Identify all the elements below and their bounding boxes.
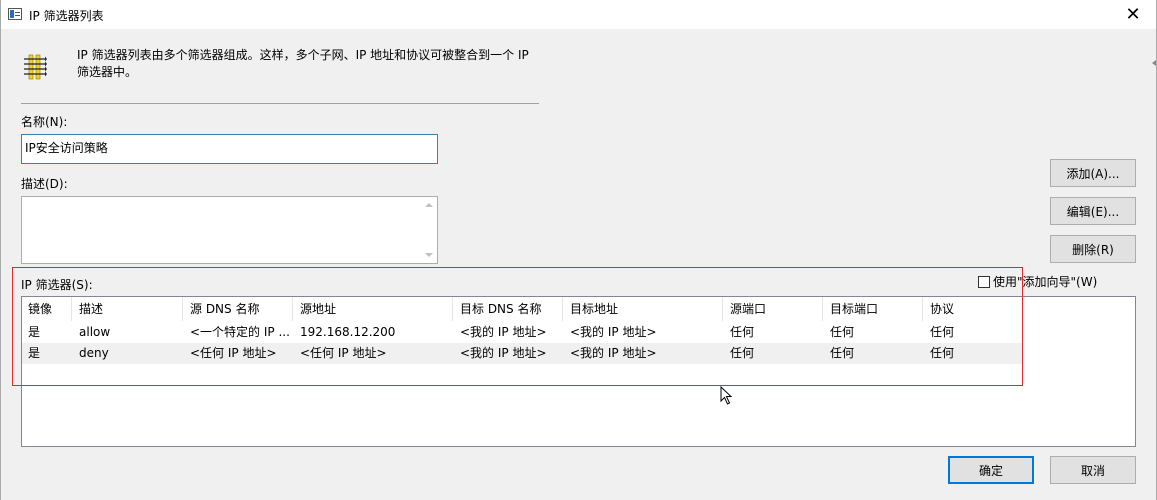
cell-dest-port: 任何 xyxy=(830,325,855,339)
description-label: 描述(D): xyxy=(21,177,68,191)
cell-source-dns: <任何 IP 地址> xyxy=(190,346,277,360)
cell-dest-port: 任何 xyxy=(830,346,855,360)
name-label: 名称(N): xyxy=(21,115,68,129)
cell-protocol: 任何 xyxy=(930,346,955,360)
scroll-up-arrow-icon[interactable] xyxy=(425,203,433,207)
cell-dest-dns: <我的 IP 地址> xyxy=(460,346,547,360)
add-button[interactable]: 添加(A)... xyxy=(1050,159,1136,187)
close-button[interactable]: ✕ xyxy=(1110,0,1156,29)
cell-source-dns: <一个特定的 IP ... xyxy=(190,325,290,339)
table-row[interactable]: 是 deny <任何 IP 地址> <任何 IP 地址> <我的 IP 地址> … xyxy=(22,343,1022,364)
intro-line-2: 筛选器中。 xyxy=(77,65,138,79)
cell-description: allow xyxy=(79,325,111,339)
mouse-cursor-icon xyxy=(720,386,733,405)
table-row[interactable]: 是 allow <一个特定的 IP ... 192.168.12.200 <我的… xyxy=(22,322,1022,343)
column-header-dest-address[interactable]: 目标地址 xyxy=(564,297,723,321)
cell-dest-dns: <我的 IP 地址> xyxy=(460,325,547,339)
column-header-dest-dns[interactable]: 目标 DNS 名称 xyxy=(454,297,563,321)
column-header-description[interactable]: 描述 xyxy=(73,297,183,321)
cell-description: deny xyxy=(79,346,109,360)
cell-source-address: 192.168.12.200 xyxy=(300,325,396,339)
column-header-mirror[interactable]: 镜像 xyxy=(22,297,72,321)
window-title: IP 筛选器列表 xyxy=(29,9,104,23)
resize-arrow-icon xyxy=(1152,60,1156,66)
cell-source-port: 任何 xyxy=(730,346,755,360)
column-header-protocol[interactable]: 协议 xyxy=(924,297,1022,321)
cell-dest-address: <我的 IP 地址> xyxy=(570,346,657,360)
ok-button[interactable]: 确定 xyxy=(948,456,1034,484)
intro-line-1: IP 筛选器列表由多个筛选器组成。这样，多个子网、IP 地址和协议可被整合到一个… xyxy=(77,48,529,62)
description-scrollbar[interactable] xyxy=(421,197,437,263)
cell-source-port: 任何 xyxy=(730,325,755,339)
title-bar: IP 筛选器列表 ✕ xyxy=(1,0,1156,29)
filters-list[interactable]: 镜像 描述 源 DNS 名称 源地址 目标 DNS 名称 目标地址 源端口 目标… xyxy=(21,296,1136,447)
cancel-button[interactable]: 取消 xyxy=(1050,456,1136,484)
use-wizard-checkbox[interactable]: 使用"添加向导"(W) xyxy=(978,273,1097,290)
column-header-source-address[interactable]: 源地址 xyxy=(294,297,453,321)
cell-protocol: 任何 xyxy=(930,325,955,339)
column-header-source-dns[interactable]: 源 DNS 名称 xyxy=(184,297,293,321)
delete-button[interactable]: 删除(R) xyxy=(1050,235,1136,263)
filters-label: IP 筛选器(S): xyxy=(21,278,93,292)
description-textarea[interactable] xyxy=(21,196,438,264)
cell-mirror: 是 xyxy=(28,325,41,339)
intro-text: IP 筛选器列表由多个筛选器组成。这样，多个子网、IP 地址和协议可被整合到一个… xyxy=(77,47,547,81)
checkbox-box[interactable] xyxy=(978,275,990,288)
cell-dest-address: <我的 IP 地址> xyxy=(570,325,657,339)
app-icon xyxy=(8,8,22,20)
cell-mirror: 是 xyxy=(28,346,41,360)
column-header-source-port[interactable]: 源端口 xyxy=(724,297,823,321)
ip-filter-list-dialog: IP 筛选器列表 ✕ IP 筛选器列表由多个筛选器组成。这样，多个子网、IP 地… xyxy=(0,0,1157,500)
separator xyxy=(21,103,539,104)
name-input[interactable]: IP安全访问策略 xyxy=(21,134,438,164)
filter-list-icon xyxy=(24,54,47,80)
column-header-dest-port[interactable]: 目标端口 xyxy=(824,297,923,321)
cell-source-address: <任何 IP 地址> xyxy=(300,346,387,360)
list-header: 镜像 描述 源 DNS 名称 源地址 目标 DNS 名称 目标地址 源端口 目标… xyxy=(22,297,1135,321)
use-wizard-label: 使用"添加向导"(W) xyxy=(993,275,1098,289)
edit-button[interactable]: 编辑(E)... xyxy=(1050,197,1136,225)
scroll-down-arrow-icon[interactable] xyxy=(425,253,433,257)
